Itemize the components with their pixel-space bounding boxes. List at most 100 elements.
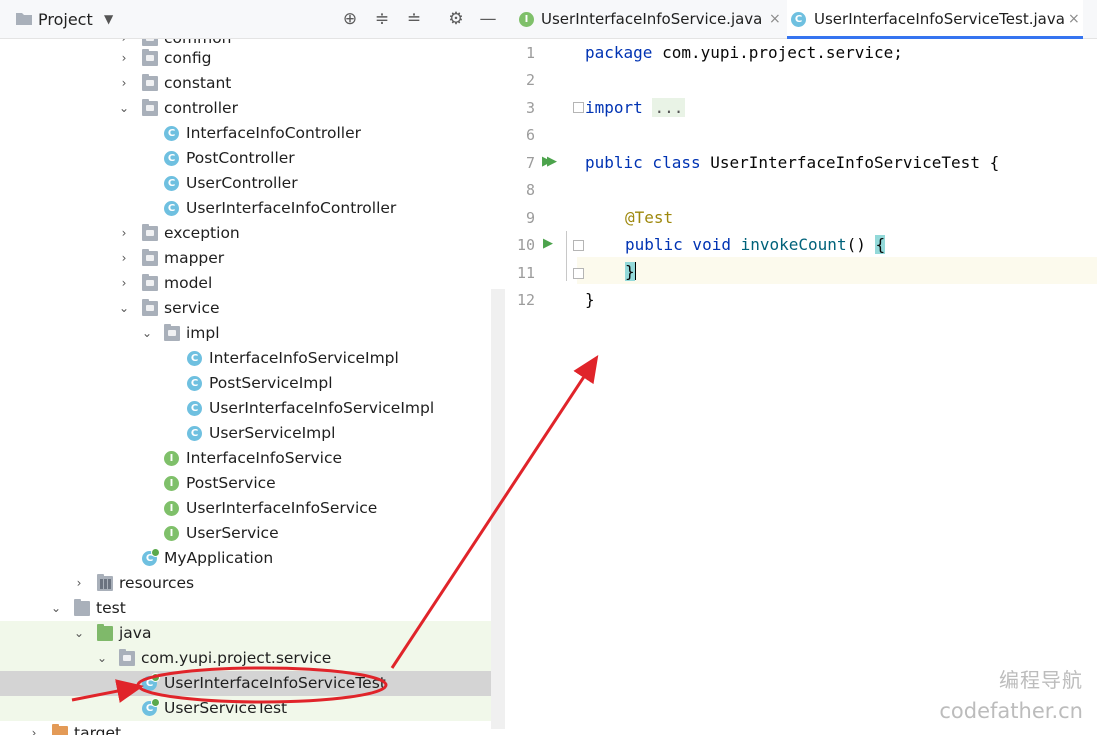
interface-icon: I (164, 501, 179, 516)
chevron-right-icon[interactable]: › (118, 71, 130, 96)
minimize-icon[interactable]: — (478, 9, 498, 29)
tree-item-label: test (96, 599, 126, 617)
expand-all-icon[interactable]: ≑ (372, 9, 392, 29)
tree-item-class[interactable]: C UserServiceImpl (0, 421, 505, 446)
tree-item-class[interactable]: C PostServiceImpl (0, 371, 505, 396)
class-icon: C (187, 426, 202, 441)
keyword: import (585, 98, 643, 117)
chevron-down-icon[interactable]: ⌄ (141, 321, 153, 346)
close-icon[interactable]: × (1068, 0, 1080, 39)
tab-user-interface-info-service[interactable]: I UserInterfaceInfoService.java × (515, 0, 785, 39)
target-icon[interactable]: ⊕ (340, 9, 360, 29)
gutter-divider (566, 231, 567, 281)
chevron-right-icon[interactable]: › (118, 271, 130, 296)
chevron-right-icon[interactable]: › (118, 221, 130, 246)
tree-item-impl[interactable]: ⌄ impl (0, 321, 505, 346)
chevron-down-icon[interactable]: ⌄ (118, 296, 130, 321)
project-title[interactable]: Project (38, 10, 93, 29)
tree-item-test-class[interactable]: C UserServiceTest (0, 696, 505, 721)
tree-item-label: target (74, 724, 122, 735)
chevron-down-icon[interactable]: ⌄ (50, 596, 62, 621)
tree-scrollbar[interactable] (491, 289, 505, 729)
chevron-right-icon[interactable]: › (28, 721, 40, 735)
package-icon (142, 224, 158, 241)
code-line-10: public void invokeCount() { (625, 235, 886, 254)
tree-item-interface[interactable]: I UserService (0, 521, 505, 546)
tab-label: UserInterfaceInfoServiceTest.java (814, 10, 1065, 28)
class-declaration: UserInterfaceInfoServiceTest { (700, 153, 1000, 172)
tree-item-test-java[interactable]: ⌄ java (0, 621, 505, 646)
close-icon[interactable]: × (769, 0, 781, 39)
tree-item-mapper[interactable]: › mapper (0, 246, 505, 271)
tree-item-label: UserService (186, 524, 279, 542)
tree-item-interface[interactable]: I InterfaceInfoService (0, 446, 505, 471)
collapse-all-icon[interactable]: ≐ (404, 9, 424, 29)
keyword: package (585, 43, 653, 62)
class-icon: C (164, 151, 179, 166)
method-parens: () (846, 235, 876, 254)
tree-item-target[interactable]: › target (0, 721, 505, 735)
class-icon: C (164, 176, 179, 191)
tree-item-test[interactable]: ⌄ test (0, 596, 505, 621)
chevron-right-icon[interactable]: › (118, 246, 130, 271)
tree-item-class[interactable]: C UserInterfaceInfoController (0, 196, 505, 221)
closing-brace: } (585, 290, 595, 309)
chevron-down-icon[interactable]: ▼ (104, 12, 113, 26)
chevron-down-icon[interactable]: ⌄ (118, 96, 130, 121)
tree-item-label: UserController (186, 174, 298, 192)
chevron-right-icon[interactable]: › (73, 571, 85, 596)
gear-icon[interactable]: ⚙ (446, 9, 466, 29)
code-line-3: import ... (585, 98, 686, 117)
test-class-icon: C (142, 673, 160, 691)
tree-item-label: PostService (186, 474, 276, 492)
code-line-12: } (585, 290, 595, 309)
tree-item-test-package[interactable]: ⌄ com.yupi.project.service (0, 646, 505, 671)
tree-item-label: PostController (186, 149, 295, 167)
line-number: 2 (525, 71, 535, 89)
interface-icon: I (164, 451, 179, 466)
tree-item-exception[interactable]: › exception (0, 221, 505, 246)
tree-item-label: com.yupi.project.service (141, 649, 332, 667)
line-number: 9 (525, 209, 535, 227)
tree-item-label: controller (164, 99, 238, 117)
line-number: 10 (516, 236, 535, 254)
class-icon: C (187, 376, 202, 391)
chevron-down-icon[interactable]: ⌄ (96, 646, 108, 671)
tab-user-interface-info-service-test[interactable]: C UserInterfaceInfoServiceTest.java × (787, 0, 1083, 39)
tree-item-class[interactable]: C UserController (0, 171, 505, 196)
line-number: 1 (525, 44, 535, 62)
run-test-icon[interactable]: ▶ (543, 236, 553, 251)
test-class-icon: C (791, 12, 806, 27)
tree-item-application[interactable]: C MyApplication (0, 546, 505, 571)
tree-item-constant[interactable]: › constant (0, 71, 505, 96)
editor-gutter: 1 2 3 6 7 8 9 10 11 12 ▶▶ ▶ (505, 39, 584, 735)
code-line-7: public class UserInterfaceInfoServiceTes… (585, 153, 999, 172)
tree-item-label: exception (164, 224, 240, 242)
tree-item-interface[interactable]: I PostService (0, 471, 505, 496)
tree-item-class[interactable]: C PostController (0, 146, 505, 171)
project-folder-icon (16, 13, 32, 25)
tree-item-interface[interactable]: I UserInterfaceInfoService (0, 496, 505, 521)
class-icon: C (187, 401, 202, 416)
tree-item-label: InterfaceInfoService (186, 449, 343, 467)
folded-imports[interactable]: ... (652, 98, 686, 117)
tree-item-selected-test-class[interactable]: C UserInterfaceInfoServiceTest (0, 671, 505, 696)
tree-item-config[interactable]: › config (0, 46, 505, 71)
tree-item-class[interactable]: C InterfaceInfoController (0, 121, 505, 146)
chevron-right-icon[interactable]: › (118, 46, 130, 71)
tree-item-label: mapper (164, 249, 225, 267)
folder-icon (74, 599, 90, 616)
tree-item-service[interactable]: ⌄ service (0, 296, 505, 321)
tree-item-resources[interactable]: › resources (0, 571, 505, 596)
chevron-down-icon[interactable]: ⌄ (73, 621, 85, 646)
tree-item-label: UserInterfaceInfoService (186, 499, 378, 517)
tree-item-class[interactable]: C UserInterfaceInfoServiceImpl (0, 396, 505, 421)
tree-item-controller[interactable]: ⌄ controller (0, 96, 505, 121)
tree-item-class[interactable]: C InterfaceInfoServiceImpl (0, 346, 505, 371)
tree-item-label: UserServiceTest (164, 699, 288, 717)
tree-item-label: InterfaceInfoServiceImpl (209, 349, 399, 367)
code-area[interactable]: package com.yupi.project.service; import… (577, 39, 1097, 735)
run-class-icon[interactable]: ▶▶ (542, 154, 557, 169)
tree-item-model[interactable]: › model (0, 271, 505, 296)
watermark-line-2: codefather.cn (939, 699, 1083, 723)
